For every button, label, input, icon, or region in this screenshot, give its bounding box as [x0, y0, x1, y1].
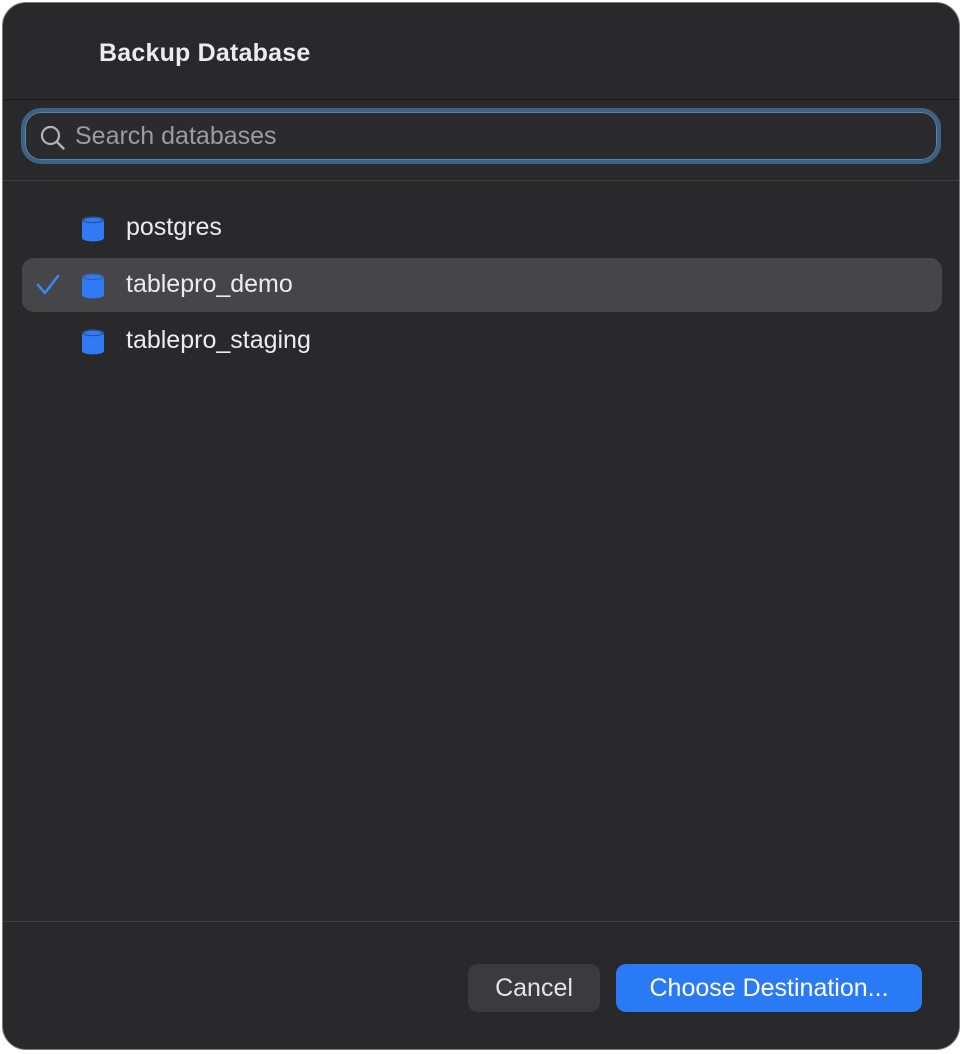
database-row-tablepro-staging[interactable]: tablepro_staging — [22, 314, 942, 368]
database-name: postgres — [126, 213, 222, 241]
database-icon — [82, 273, 104, 299]
backup-database-dialog: Backup Database postgres — [2, 2, 960, 1050]
database-icon — [82, 216, 104, 242]
checkmark-icon — [36, 274, 60, 295]
database-row-tablepro-demo[interactable]: tablepro_demo — [22, 258, 942, 312]
search-icon — [40, 125, 65, 150]
dialog-header: Backup Database — [3, 3, 959, 100]
database-name: tablepro_demo — [126, 270, 293, 298]
database-row-postgres[interactable]: postgres — [22, 201, 942, 255]
database-icon — [82, 329, 104, 355]
dialog-title: Backup Database — [99, 39, 311, 67]
cancel-button[interactable]: Cancel — [468, 964, 600, 1012]
choose-destination-button[interactable]: Choose Destination... — [616, 964, 922, 1012]
search-input[interactable] — [75, 118, 925, 154]
search-bar — [3, 100, 959, 181]
database-name: tablepro_staging — [126, 326, 311, 354]
search-field[interactable] — [21, 108, 941, 164]
dialog-footer: Cancel Choose Destination... — [3, 921, 959, 1049]
